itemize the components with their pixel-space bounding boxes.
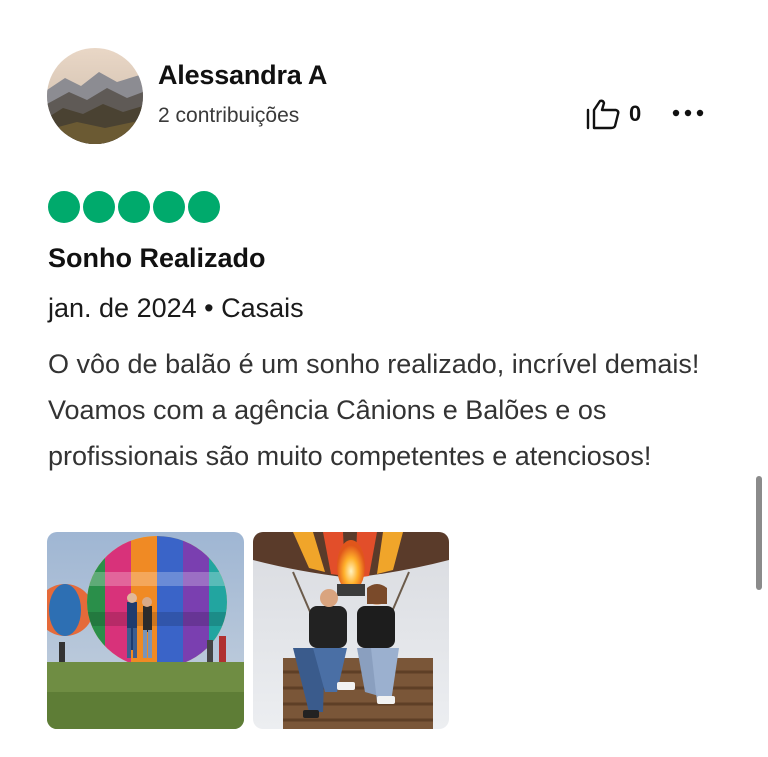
review-date: jan. de 2024 <box>48 293 197 323</box>
review-meta: jan. de 2024 • Casais <box>48 293 304 324</box>
avatar[interactable] <box>47 48 143 144</box>
meta-separator: • <box>196 293 222 323</box>
review-body: O vôo de balão é um sonho realizado, inc… <box>48 349 700 471</box>
rating-bubbles <box>48 191 220 223</box>
helpful-vote-button[interactable]: 0 <box>585 98 641 130</box>
avatar-landscape-image <box>47 48 143 144</box>
rating-bubble-icon <box>48 191 80 223</box>
review-photo-1[interactable] <box>47 532 244 729</box>
rating-bubble-icon <box>188 191 220 223</box>
review-title[interactable]: Sonho Realizado <box>48 243 266 274</box>
balloon-field-photo <box>47 532 244 729</box>
three-dots-icon <box>672 109 704 117</box>
trip-type: Casais <box>221 293 304 323</box>
more-options-button[interactable] <box>668 100 708 126</box>
scrollbar[interactable] <box>756 476 762 590</box>
contribution-count: 2 contribuições <box>158 104 300 127</box>
balloon-basket-photo <box>253 532 449 729</box>
rating-bubble-icon <box>153 191 185 223</box>
review-photo-2[interactable] <box>253 532 449 729</box>
thumbs-up-icon <box>586 99 620 130</box>
user-name[interactable]: Alessandra A <box>158 60 327 91</box>
helpful-count: 0 <box>629 101 642 126</box>
rating-bubble-icon <box>118 191 150 223</box>
rating-bubble-icon <box>83 191 115 223</box>
